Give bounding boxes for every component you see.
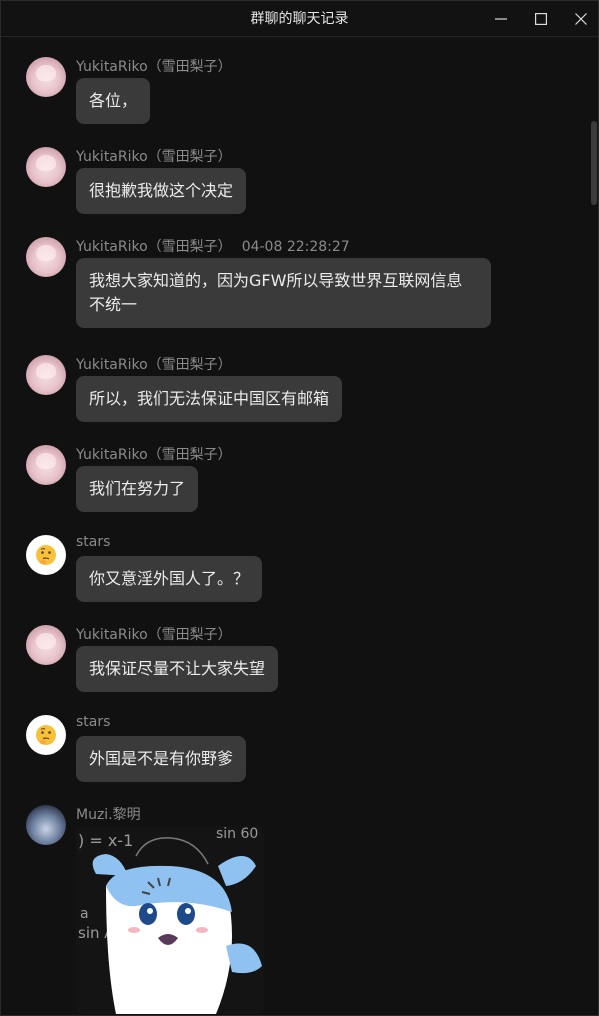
sticker-text: sin 60 — [216, 826, 258, 842]
sender-name: stars — [76, 534, 111, 550]
minimize-icon — [495, 18, 507, 20]
avatar[interactable] — [26, 57, 66, 97]
sender-name: Muzi.黎明 — [76, 807, 141, 823]
sender-name: stars — [76, 714, 111, 730]
title-bar: 群聊的聊天记录 — [1, 1, 598, 37]
sticker-text: a — [80, 906, 89, 922]
message-bubble[interactable]: 外国是不是有你野爹 — [76, 736, 247, 782]
avatar[interactable] — [26, 355, 66, 395]
sender-name: YukitaRiko（雪田梨子） — [76, 149, 232, 165]
avatar[interactable] — [26, 805, 66, 845]
maximize-icon — [535, 13, 547, 25]
message-bubble[interactable]: 各位， — [76, 78, 151, 124]
message-bubble[interactable]: 你又意淫外国人了。？ — [76, 556, 263, 602]
cartoon-sticker-image: ) = x-1 sin 60 sin A a — [76, 826, 264, 1014]
avatar[interactable] — [26, 535, 66, 575]
chat-history-window: 群聊的聊天记录 YukitaRiko（雪田梨子） 各位， YukitaRiko（… — [0, 0, 599, 1016]
avatar[interactable] — [26, 237, 66, 277]
message-bubble[interactable]: 很抱歉我做这个决定 — [76, 168, 247, 214]
close-icon — [575, 13, 587, 25]
sender-name: YukitaRiko（雪田梨子） — [76, 357, 232, 373]
avatar[interactable] — [26, 147, 66, 187]
close-button[interactable] — [561, 1, 599, 37]
minimize-button[interactable] — [481, 1, 521, 37]
scrollbar-thumb[interactable] — [591, 121, 597, 205]
message-timestamp: 04-08 22:28:27 — [241, 239, 350, 255]
message-bubble[interactable]: 所以，我们无法保证中国区有邮箱 — [76, 376, 343, 422]
sender-name: YukitaRiko（雪田梨子） — [76, 59, 232, 75]
scrollbar[interactable] — [590, 38, 598, 1016]
message-bubble[interactable]: 我们在努力了 — [76, 466, 199, 512]
avatar[interactable] — [26, 625, 66, 665]
message-bubble[interactable]: 我想大家知道的，因为GFW所以导致世界互联网信息不统一 — [76, 258, 491, 328]
thinking-face-icon — [36, 725, 56, 745]
image-message[interactable]: ) = x-1 sin 60 sin A a — [76, 826, 264, 1014]
sticker-text: ) = x-1 — [78, 831, 133, 850]
sender-name: YukitaRiko（雪田梨子） 04-08 22:28:27 — [76, 239, 350, 255]
sender-name: YukitaRiko（雪田梨子） — [76, 447, 232, 463]
avatar[interactable] — [26, 445, 66, 485]
avatar[interactable] — [26, 715, 66, 755]
sender-name: YukitaRiko（雪田梨子） — [76, 627, 232, 643]
message-bubble[interactable]: 我保证尽量不让大家失望 — [76, 646, 279, 692]
maximize-button[interactable] — [521, 1, 561, 37]
message-list[interactable]: YukitaRiko（雪田梨子） 各位， YukitaRiko（雪田梨子） 很抱… — [1, 38, 598, 1016]
thinking-face-icon — [36, 545, 56, 565]
